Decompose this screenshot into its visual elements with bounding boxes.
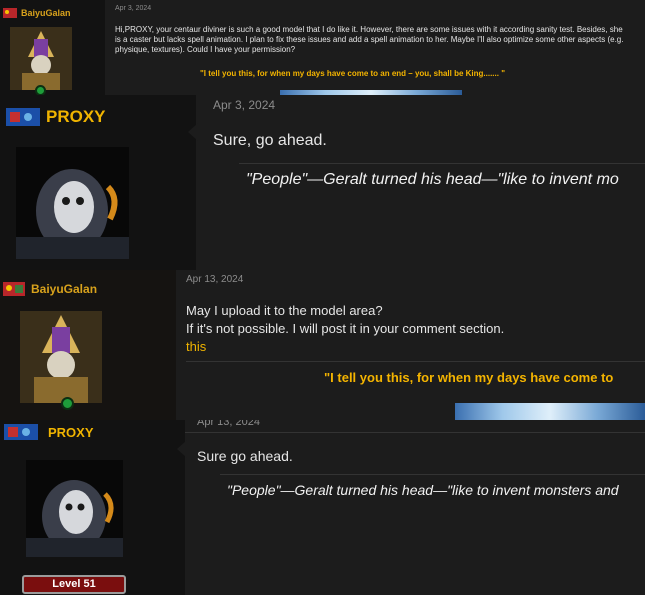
signature-divider — [239, 163, 645, 164]
username[interactable]: BaiyuGalan — [31, 282, 97, 296]
post-3-message — [176, 270, 645, 420]
speech-pointer — [188, 123, 198, 141]
post-body: Hi,PROXY, your centaur diviner is such a… — [115, 25, 624, 54]
avatar[interactable] — [26, 460, 123, 557]
online-status-icon — [61, 397, 74, 410]
avatar[interactable] — [20, 311, 102, 403]
post-3: BaiyuGalan Apr 13, 2024 May I upload it … — [0, 270, 645, 420]
speech-pointer — [177, 440, 187, 458]
username[interactable]: BaiyuGalan — [21, 8, 71, 18]
signature-quote: "I tell you this, for when my days have … — [200, 69, 505, 78]
post-link[interactable]: this — [186, 339, 206, 354]
signature-image — [455, 403, 645, 420]
post-3-user[interactable]: BaiyuGalan — [3, 282, 97, 296]
avatar[interactable] — [10, 27, 72, 90]
flag-icon — [6, 108, 40, 126]
username[interactable]: PROXY — [48, 425, 94, 440]
post-2-user[interactable]: PROXY — [6, 107, 106, 127]
online-status-icon — [35, 85, 46, 95]
post-date: Apr 3, 2024 — [115, 5, 152, 12]
signature-divider — [220, 474, 645, 475]
post-date: Apr 13, 2024 — [197, 420, 260, 428]
post-date: Apr 13, 2024 — [186, 274, 244, 285]
signature-divider — [186, 361, 645, 362]
flag-icon — [3, 282, 25, 296]
post-body: Sure, go ahead. — [213, 132, 327, 149]
post-date: Apr 3, 2024 — [213, 98, 276, 112]
signature-quote: "People"—Geralt turned his head—"like to… — [246, 171, 619, 188]
post-body: Sure go ahead. — [197, 448, 293, 464]
flag-icon — [3, 8, 17, 18]
header-divider — [185, 432, 645, 433]
avatar[interactable] — [16, 147, 129, 259]
post-1: BaiyuGalan Apr 3, 2024 Hi,PROXY, your ce… — [0, 0, 645, 95]
post-2: PROXY Apr 3, 2024 Sure, go ahead. "Peopl… — [0, 95, 645, 270]
post-body-line-1: May I upload it to the model area? — [186, 303, 383, 318]
post-4-user[interactable]: PROXY — [4, 424, 94, 440]
post-4-message — [185, 420, 645, 595]
level-badge: Level 51 — [22, 575, 126, 594]
post-1-user[interactable]: BaiyuGalan — [3, 8, 71, 18]
post-4: PROXY Level 51 Apr 13, 2024 Sure go ahea… — [0, 420, 645, 595]
username[interactable]: PROXY — [46, 107, 106, 127]
flag-icon — [4, 424, 38, 440]
signature-quote: "I tell you this, for when my days have … — [324, 370, 614, 385]
post-body-line-2: If it's not possible. I will post it in … — [186, 321, 505, 336]
signature-quote: "People"—Geralt turned his head—"like to… — [227, 482, 619, 498]
